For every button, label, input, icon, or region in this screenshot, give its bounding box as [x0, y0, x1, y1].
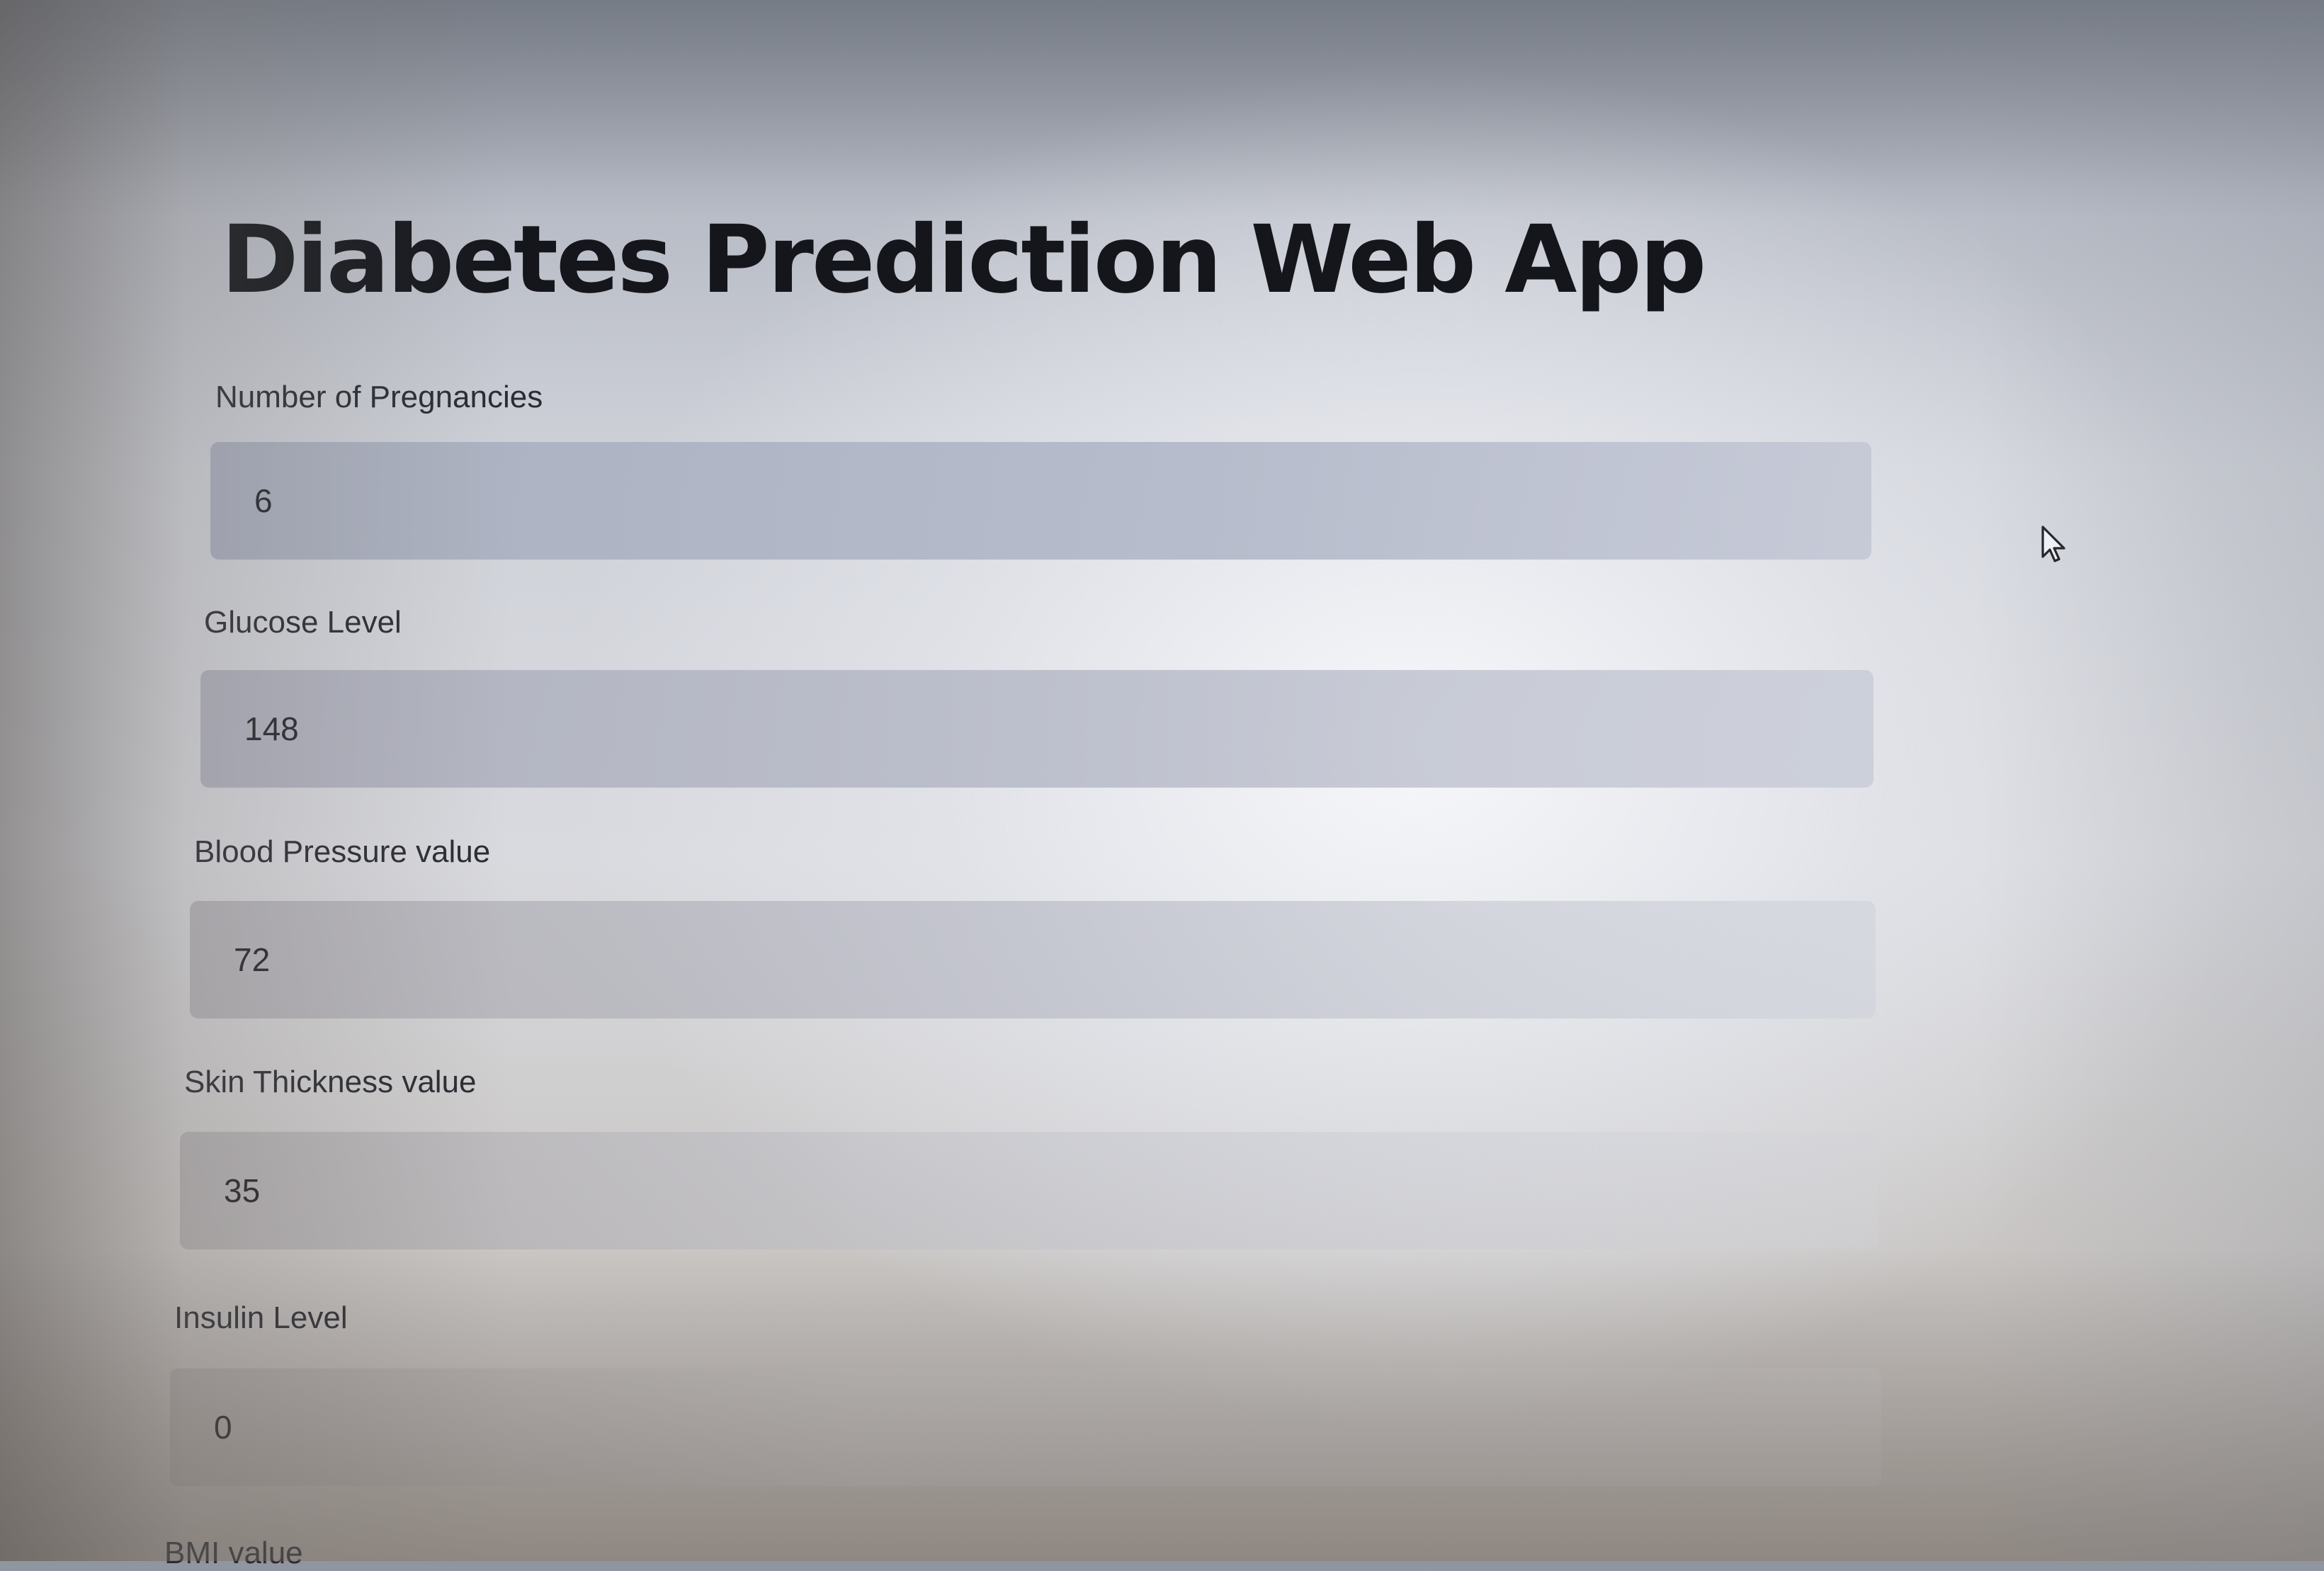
blood-pressure-label: Blood Pressure value: [194, 834, 491, 869]
insulin-label: Insulin Level: [174, 1300, 348, 1335]
blood-pressure-input[interactable]: 72: [190, 901, 1876, 1019]
blood-pressure-value: 72: [234, 941, 271, 978]
glucose-label: Glucose Level: [204, 605, 402, 640]
glucose-input[interactable]: 148: [200, 670, 1874, 788]
skin-thickness-label: Skin Thickness value: [184, 1065, 477, 1099]
skin-thickness-input[interactable]: 35: [180, 1132, 1878, 1249]
insulin-value: 0: [214, 1409, 232, 1446]
pregnancies-input[interactable]: 6: [210, 442, 1871, 560]
pregnancies-value: 6: [254, 482, 273, 519]
skin-thickness-value: 35: [224, 1172, 261, 1209]
glucose-value: 148: [244, 710, 299, 747]
pregnancies-label: Number of Pregnancies: [215, 380, 543, 414]
insulin-input[interactable]: 0: [170, 1368, 1881, 1486]
page-title: Diabetes Prediction Web App: [221, 205, 1706, 314]
app-screen: Diabetes Prediction Web App Number of Pr…: [0, 0, 2324, 1570]
mouse-pointer-icon: [2041, 526, 2065, 562]
bmi-label: BMI value: [164, 1536, 303, 1570]
